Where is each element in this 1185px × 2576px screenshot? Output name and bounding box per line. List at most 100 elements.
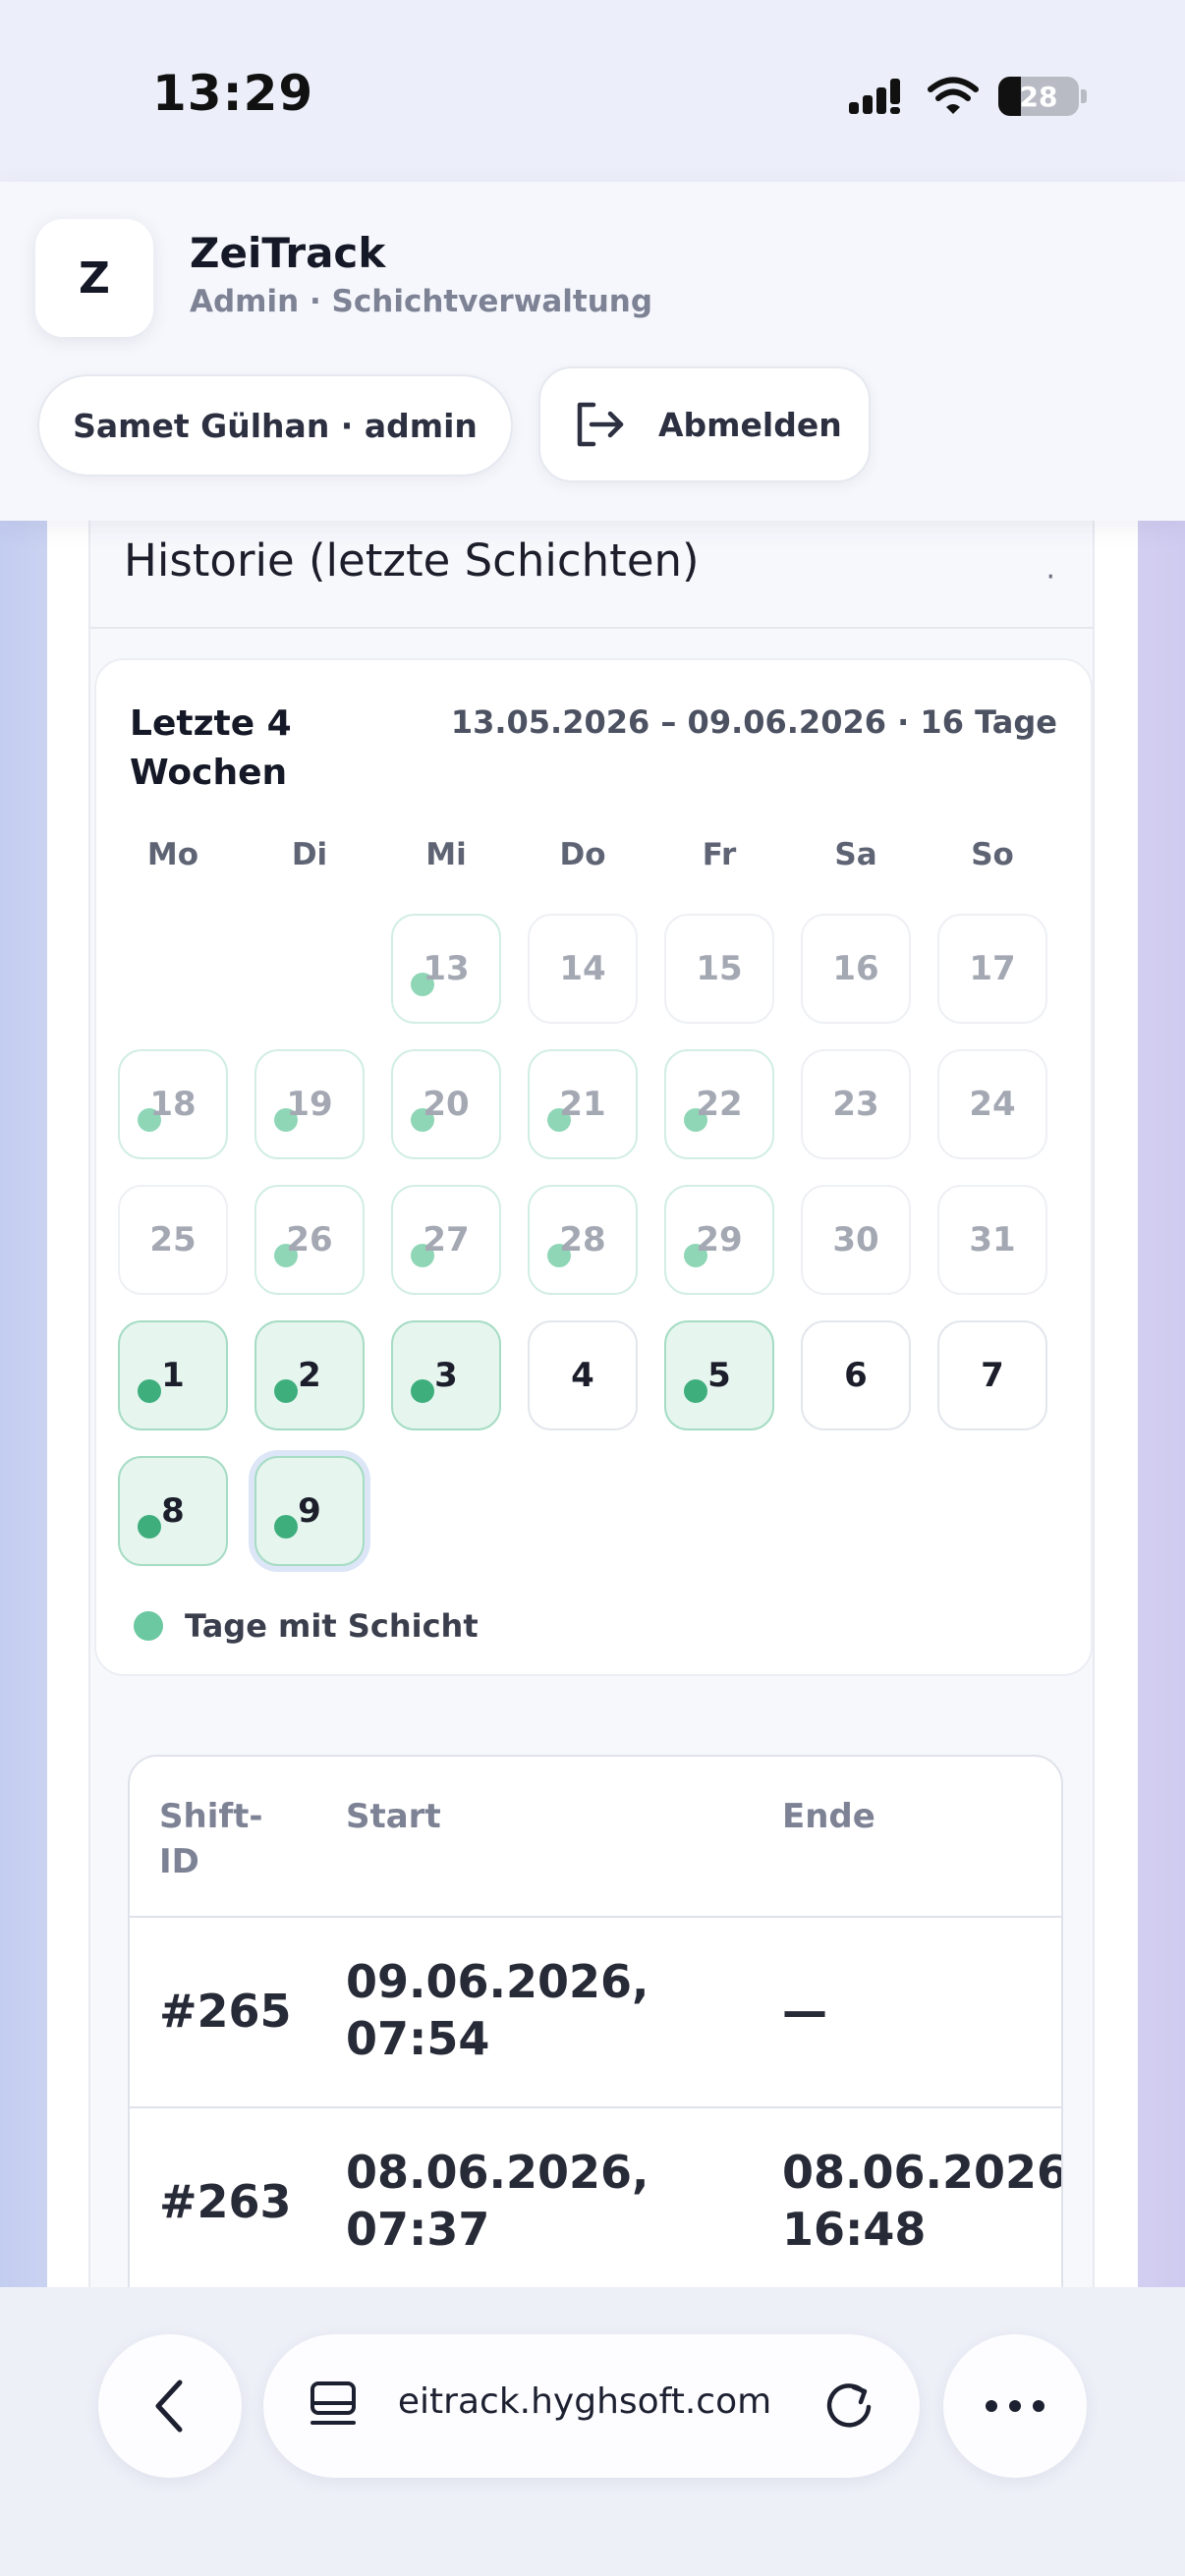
calendar-day-label: 23 xyxy=(832,1085,879,1124)
calendar-day-label: 14 xyxy=(559,949,606,988)
weekday-label: Mi xyxy=(425,837,467,872)
calendar-day-label: 3 xyxy=(434,1356,458,1395)
cellular-signal-icon xyxy=(849,79,900,114)
shift-dot-icon xyxy=(274,1515,298,1539)
reload-icon[interactable] xyxy=(823,2380,878,2435)
calendar-day[interactable]: 9 xyxy=(254,1456,365,1566)
calendar-day[interactable]: 19 xyxy=(254,1049,365,1159)
status-bar: 13:29 28 xyxy=(0,0,1185,182)
calendar-day[interactable]: 7 xyxy=(937,1320,1047,1430)
logout-icon xyxy=(577,402,624,447)
battery-level: 28 xyxy=(1019,81,1058,113)
calendar-day[interactable]: 15 xyxy=(664,914,774,1024)
calendar-day[interactable]: 5 xyxy=(664,1320,774,1430)
calendar-day-label: 8 xyxy=(161,1491,185,1531)
calendar-day[interactable]: 17 xyxy=(937,914,1047,1024)
history-indicator: · xyxy=(1045,560,1055,594)
calendar-day[interactable]: 27 xyxy=(391,1185,501,1295)
calendar-day[interactable]: 31 xyxy=(937,1185,1047,1295)
calendar-day-label: 28 xyxy=(559,1220,606,1260)
calendar-day[interactable]: 24 xyxy=(937,1049,1047,1159)
user-label: Samet Gülhan · admin xyxy=(73,406,478,445)
calendar-day-label: 24 xyxy=(969,1085,1016,1124)
app-name: ZeiTrack xyxy=(190,229,386,277)
calendar-day-label: 4 xyxy=(571,1356,594,1395)
calendar-day-label: 13 xyxy=(423,949,470,988)
calendar-day-label: 20 xyxy=(423,1085,470,1124)
weekday-label: Do xyxy=(559,837,606,872)
shift-id: #265 xyxy=(159,1985,292,2038)
logout-button[interactable]: Abmelden xyxy=(538,366,871,482)
calendar-day[interactable]: 22 xyxy=(664,1049,774,1159)
calendar-day[interactable]: 26 xyxy=(254,1185,365,1295)
browser-toolbar: zeitrack.hyghsoft.com xyxy=(0,2287,1185,2576)
row-divider xyxy=(130,2106,1061,2108)
back-button[interactable] xyxy=(98,2334,242,2478)
calendar-day-label: 30 xyxy=(832,1220,879,1260)
weekday-label: Fr xyxy=(702,837,737,872)
calendar-day-label: 2 xyxy=(298,1356,321,1395)
calendar-day-label: 1 xyxy=(161,1356,185,1395)
calendar-day[interactable]: 18 xyxy=(118,1049,228,1159)
user-badge[interactable]: Samet Gülhan · admin xyxy=(37,374,513,476)
shift-dot-icon xyxy=(138,1515,161,1539)
shift-start: 09.06.2026, 07:54 xyxy=(346,1955,649,2065)
calendar-day-label: 9 xyxy=(298,1491,321,1531)
history-header[interactable]: Historie (letzte Schichten) · xyxy=(90,521,1093,629)
calendar-day[interactable]: 29 xyxy=(664,1185,774,1295)
calendar-day-label: 27 xyxy=(423,1220,470,1260)
col-header-end: Ende xyxy=(782,1797,875,1836)
calendar-day-label: 6 xyxy=(844,1356,868,1395)
calendar-day[interactable]: 4 xyxy=(528,1320,638,1430)
calendar-day[interactable]: 13 xyxy=(391,914,501,1024)
app-header: Z ZeiTrack Admin · Schichtverwaltung Sam… xyxy=(0,182,1185,521)
calendar-day-label: 15 xyxy=(696,949,743,988)
chevron-left-icon xyxy=(155,2380,183,2433)
shift-end: 08.06.2026, 16:48 xyxy=(782,2146,1063,2256)
shift-table: Shift- ID Start Ende #265 09.06.2026, 07:5… xyxy=(128,1755,1063,2364)
header-divider xyxy=(130,1916,1061,1918)
calendar-day[interactable]: 28 xyxy=(528,1185,638,1295)
calendar-day[interactable]: 21 xyxy=(528,1049,638,1159)
calendar-day[interactable]: 3 xyxy=(391,1320,501,1430)
calendar-day[interactable]: 8 xyxy=(118,1456,228,1566)
calendar-card: Letzte 4 Wochen 13.05.2026 – 09.06.2026 … xyxy=(94,658,1093,1676)
calendar-day-label: 25 xyxy=(149,1220,197,1260)
calendar-day[interactable]: 30 xyxy=(801,1185,911,1295)
col-header-id: Shift- ID xyxy=(159,1797,263,1881)
calendar-day[interactable]: 1 xyxy=(118,1320,228,1430)
history-title: Historie (letzte Schichten) xyxy=(124,534,700,587)
calendar-day[interactable]: 14 xyxy=(528,914,638,1024)
legend-dot-icon xyxy=(134,1611,163,1641)
more-button[interactable] xyxy=(943,2334,1087,2478)
calendar-day-label: 21 xyxy=(559,1085,606,1124)
calendar-day-label: 19 xyxy=(286,1085,333,1124)
calendar-day[interactable]: 25 xyxy=(118,1185,228,1295)
address-bar[interactable]: zeitrack.hyghsoft.com xyxy=(263,2334,920,2478)
calendar-day-label: 17 xyxy=(969,949,1016,988)
calendar-range: 13.05.2026 – 09.06.2026 · 16 Tage xyxy=(450,703,1057,741)
calendar-day[interactable]: 16 xyxy=(801,914,911,1024)
calendar-day-label: 26 xyxy=(286,1220,333,1260)
battery-icon: 28 xyxy=(998,77,1079,116)
calendar-day-label: 22 xyxy=(696,1085,743,1124)
shift-dot-icon xyxy=(684,1379,707,1403)
calendar-day-label: 31 xyxy=(969,1220,1016,1260)
more-icon xyxy=(986,2400,1044,2412)
main-panel: Historie (letzte Schichten) · Letzte 4 W… xyxy=(47,521,1138,2364)
clock: 13:29 xyxy=(152,65,314,122)
app-subtitle: Admin · Schichtverwaltung xyxy=(190,284,653,319)
shift-start: 08.06.2026, 07:37 xyxy=(346,2146,649,2256)
weekday-label: Sa xyxy=(834,837,877,872)
calendar-day-label: 7 xyxy=(981,1356,1004,1395)
calendar-day-label: 18 xyxy=(149,1085,197,1124)
calendar-day[interactable]: 20 xyxy=(391,1049,501,1159)
calendar-day-label: 16 xyxy=(832,949,879,988)
wifi-icon xyxy=(928,77,979,114)
weekday-label: Mo xyxy=(146,837,199,872)
calendar-day[interactable]: 6 xyxy=(801,1320,911,1430)
calendar-day[interactable]: 2 xyxy=(254,1320,365,1430)
calendar-day-label: 5 xyxy=(707,1356,731,1395)
legend-label: Tage mit Schicht xyxy=(185,1607,479,1645)
calendar-day[interactable]: 23 xyxy=(801,1049,911,1159)
